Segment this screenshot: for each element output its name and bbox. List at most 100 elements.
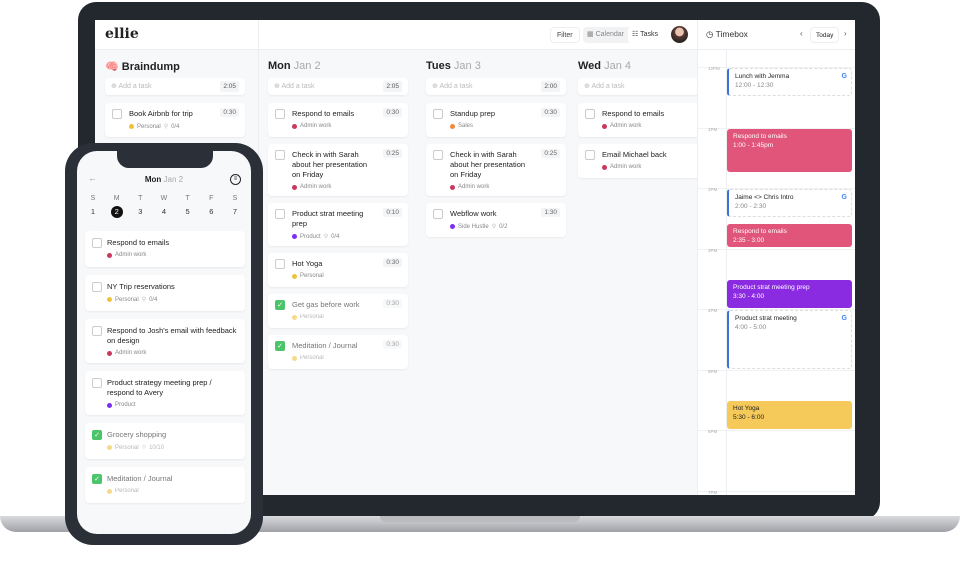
task-tag: Admin work bbox=[300, 184, 332, 190]
task-meta: Personal bbox=[292, 314, 402, 320]
add-task-input[interactable]: ⊕ Add a task 2:00 bbox=[426, 78, 566, 95]
checkmark-icon[interactable]: ✓ bbox=[275, 300, 285, 310]
task-checkbox[interactable] bbox=[433, 150, 443, 160]
checkmark-icon[interactable]: ✓ bbox=[92, 430, 102, 440]
calendar-event[interactable]: Lunch with Jemma 12:00 - 12:30 G bbox=[727, 68, 852, 97]
subtask-icon: ⚲ bbox=[141, 297, 147, 303]
task-checkbox[interactable] bbox=[433, 109, 443, 119]
task-checkbox[interactable] bbox=[585, 150, 595, 160]
calendar-event[interactable]: Product strat meeting 4:00 - 5:00 G bbox=[727, 310, 852, 369]
task-tag: Admin work bbox=[610, 123, 642, 129]
task-card[interactable]: Respond to emails 0:30 Admin work bbox=[268, 103, 408, 137]
week-day[interactable]: F6 bbox=[201, 195, 221, 218]
avatar[interactable] bbox=[671, 26, 688, 43]
column-header: 🧠 Braindump bbox=[105, 50, 245, 78]
task-card[interactable]: Product strategy meeting prep / respond … bbox=[85, 371, 245, 415]
hour-label: 12PM bbox=[708, 66, 720, 71]
tag-dot-icon bbox=[292, 355, 297, 361]
event-time: 5:30 - 6:00 bbox=[733, 413, 765, 421]
next-day-icon[interactable]: › bbox=[844, 29, 847, 38]
event-title: Jaime <> Chris Intro bbox=[735, 194, 794, 201]
today-button[interactable]: Today bbox=[810, 27, 840, 43]
column-title: Braindump bbox=[121, 61, 180, 73]
week-day[interactable]: S1 bbox=[83, 195, 103, 218]
task-duration: 0:30 bbox=[541, 108, 560, 117]
day-number: 6 bbox=[209, 207, 214, 216]
week-day[interactable]: T5 bbox=[178, 195, 198, 218]
task-card[interactable]: Check in with Sarah about her presentati… bbox=[426, 144, 566, 196]
hour-row: 5PM bbox=[698, 369, 855, 374]
task-list: Standup prep 0:30 Sales Check in with Sarah… bbox=[426, 103, 566, 237]
calendar-event[interactable]: Hot Yoga 5:30 - 6:00 bbox=[727, 400, 852, 429]
task-checkbox[interactable] bbox=[92, 282, 102, 292]
task-checkbox[interactable] bbox=[92, 238, 102, 248]
checkmark-icon[interactable]: ✓ bbox=[275, 341, 285, 351]
task-card[interactable]: ✓ Grocery shopping Personal ⚲ 10/10 bbox=[85, 423, 245, 459]
task-tag: Product bbox=[300, 233, 321, 240]
event-title: Product strat meeting prep bbox=[733, 283, 810, 291]
checkmark-icon[interactable]: ✓ bbox=[92, 474, 102, 484]
task-tag: Sales bbox=[458, 123, 474, 129]
filter-button[interactable]: Filter bbox=[550, 27, 580, 43]
task-card[interactable]: ✓ Get gas before work 0:30 Personal bbox=[268, 294, 408, 328]
add-task-placeholder: Add a task bbox=[118, 83, 152, 90]
filter-icon[interactable]: ≡ bbox=[230, 174, 241, 185]
task-card[interactable]: Webflow work 1:30 Side Hustle ⚲ 0/2 bbox=[426, 203, 566, 237]
subtask-icon: ⚲ bbox=[141, 445, 147, 451]
task-list: Book Airbnb for trip 0:30 Personal ⚲ 0/4 bbox=[105, 103, 245, 137]
task-checkbox[interactable] bbox=[275, 150, 285, 160]
calendar-event[interactable]: Jaime <> Chris Intro 2:00 - 2:30 G bbox=[727, 189, 852, 218]
weekday-letter: S bbox=[90, 195, 96, 202]
add-task-placeholder: Add a task bbox=[591, 83, 625, 90]
task-card[interactable]: Book Airbnb for trip 0:30 Personal ⚲ 0/4 bbox=[105, 103, 245, 137]
task-tag: Admin work bbox=[115, 350, 147, 356]
add-task-input[interactable]: ⊕ Add a task 2:05 bbox=[268, 78, 408, 95]
subtask-icon: ⚲ bbox=[163, 124, 169, 130]
event-title: Respond to emails bbox=[733, 132, 787, 140]
week-day[interactable]: T3 bbox=[130, 195, 150, 218]
calendar-event[interactable]: Respond to emails 2:35 - 3:00 bbox=[727, 224, 852, 248]
week-day[interactable]: S7 bbox=[225, 195, 245, 218]
task-checkbox[interactable] bbox=[275, 109, 285, 119]
week-day[interactable]: W4 bbox=[154, 195, 174, 218]
prev-day-icon[interactable]: ‹ bbox=[800, 29, 803, 38]
task-checkbox[interactable] bbox=[112, 109, 122, 119]
calendar-event[interactable]: Respond to emails 1:00 - 1:45pm bbox=[727, 128, 852, 172]
day-number: 7 bbox=[232, 207, 238, 216]
task-meta: Admin work bbox=[292, 184, 402, 190]
subtask-icon: ⚲ bbox=[491, 224, 497, 230]
task-title: Grocery shopping bbox=[107, 430, 167, 439]
task-card[interactable]: Check in with Sarah about her presentati… bbox=[268, 144, 408, 196]
task-card[interactable]: Hot Yoga 0:30 Personal bbox=[268, 253, 408, 287]
task-meta: Personal bbox=[292, 273, 402, 279]
task-card[interactable]: ✓ Meditation / Journal Personal bbox=[85, 467, 245, 503]
task-checkbox[interactable] bbox=[92, 378, 102, 388]
task-meta: Admin work bbox=[107, 350, 239, 356]
subtask-count: 0/4 bbox=[331, 233, 340, 240]
tasks-tab[interactable]: ☷ Tasks bbox=[627, 27, 662, 43]
add-task-input[interactable]: ⊕ Add a task 2:05 bbox=[105, 78, 245, 95]
week-day[interactable]: M2 bbox=[107, 195, 127, 218]
task-card[interactable]: Product strat meeting prep 0:10 Product ⚲ 0… bbox=[268, 203, 408, 246]
brain-icon: 🧠 bbox=[105, 61, 122, 73]
day-number: 1 bbox=[90, 207, 96, 216]
task-card[interactable]: NY Trip reservations Personal ⚲ 0/4 bbox=[85, 275, 245, 311]
task-meta: Personal bbox=[292, 355, 402, 361]
event-time: 12:00 - 12:30 bbox=[735, 82, 774, 89]
task-checkbox[interactable] bbox=[275, 209, 285, 219]
task-card[interactable]: Respond to Josh's email with feedback on… bbox=[85, 319, 245, 363]
column-header: Tues Jan 3 bbox=[426, 50, 566, 78]
task-card[interactable]: Respond to emails Admin work bbox=[85, 231, 245, 267]
phone-day-title: Mon Jan 2 bbox=[144, 175, 184, 184]
calendar-event[interactable]: Product strat meeting prep 3:30 - 4:00 bbox=[727, 279, 852, 308]
calendar-tab[interactable]: ▦ Calendar bbox=[583, 27, 628, 43]
task-card[interactable]: Standup prep 0:30 Sales bbox=[426, 103, 566, 137]
tag-dot-icon bbox=[602, 123, 607, 129]
task-checkbox[interactable] bbox=[275, 259, 285, 269]
task-card[interactable]: ✓ Meditation / Journal 0:30 Personal bbox=[268, 335, 408, 369]
task-tag: Admin work bbox=[458, 184, 490, 190]
task-checkbox[interactable] bbox=[585, 109, 595, 119]
task-tag: Product bbox=[115, 402, 136, 408]
task-checkbox[interactable] bbox=[433, 209, 443, 219]
task-checkbox[interactable] bbox=[92, 326, 102, 336]
